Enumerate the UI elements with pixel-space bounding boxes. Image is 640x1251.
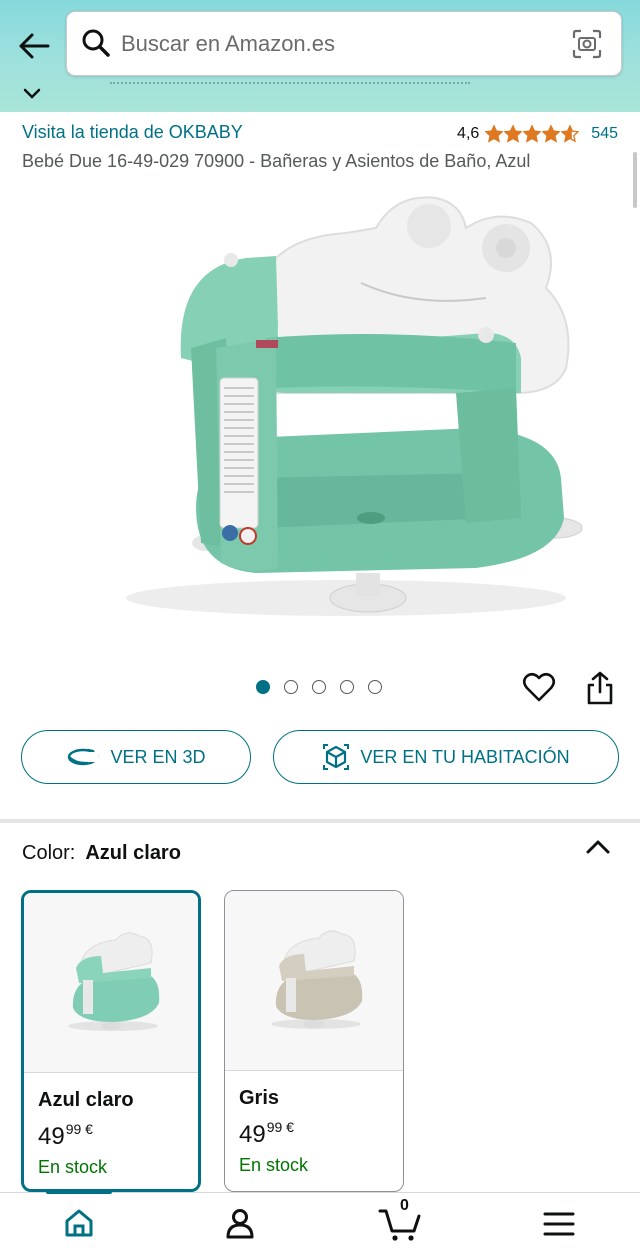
chevron-down-icon xyxy=(23,88,41,99)
search-input[interactable] xyxy=(121,22,561,66)
swatch-name: Azul claro xyxy=(38,1089,134,1111)
account-icon[interactable] xyxy=(224,1207,256,1239)
swatch-product-image xyxy=(271,929,363,1029)
swatch-thumbnail xyxy=(225,891,403,1071)
swatch-stock-status: En stock xyxy=(38,1157,108,1177)
view-in-room-label: VER EN TU HABITACIÓN xyxy=(360,746,570,767)
swatch-product-image xyxy=(68,931,160,1031)
view-3d-label: VER EN 3D xyxy=(110,746,206,767)
star-icon xyxy=(561,125,580,143)
back-button[interactable] xyxy=(14,26,54,66)
swatch-price: 4999 € xyxy=(239,1119,294,1148)
product-title: Bebé Due 16-49-029 70900 - Bañeras y Asi… xyxy=(22,151,531,171)
rating-count[interactable]: 545 xyxy=(591,125,618,143)
swatch-thumbnail xyxy=(24,893,198,1073)
carousel-dot[interactable] xyxy=(256,680,270,694)
camera-scan-icon[interactable] xyxy=(571,28,603,60)
heart-icon[interactable] xyxy=(522,670,556,704)
rating[interactable]: 4,6 545 xyxy=(457,125,618,143)
store-link[interactable]: Visita la tienda de OKBABY xyxy=(22,122,243,143)
ar-cube-icon xyxy=(323,744,350,770)
swatch-stock-status: En stock xyxy=(239,1155,309,1175)
location-strip[interactable] xyxy=(0,82,640,112)
header xyxy=(0,0,640,112)
star-icon xyxy=(485,125,504,143)
cart-count: 0 xyxy=(400,1197,409,1214)
color-option-gris[interactable]: Gris 4999 € En stock xyxy=(224,890,404,1192)
product-image[interactable] xyxy=(16,178,624,628)
carousel-dot[interactable] xyxy=(312,680,326,694)
cart-button[interactable]: 0 xyxy=(378,1197,422,1243)
view-in-room-button[interactable]: VER EN TU HABITACIÓN xyxy=(273,730,619,784)
star-icon xyxy=(504,125,523,143)
scrollbar[interactable] xyxy=(633,152,637,208)
bottom-nav: 0 xyxy=(0,1190,640,1251)
color-option-azul-claro[interactable]: Azul claro 4999 € En stock xyxy=(21,890,201,1192)
arrow-left-icon xyxy=(19,33,50,59)
star-icon xyxy=(523,125,542,143)
chevron-up-icon[interactable] xyxy=(584,836,612,858)
carousel-dots[interactable] xyxy=(256,680,382,694)
menu-icon[interactable] xyxy=(543,1211,575,1237)
view-3d-button[interactable]: VER EN 3D xyxy=(21,730,251,784)
rating-stars xyxy=(485,125,580,143)
color-label: Color: xyxy=(22,842,76,864)
rating-value: 4,6 xyxy=(457,125,480,142)
section-divider xyxy=(0,819,640,823)
star-icon xyxy=(542,125,561,143)
share-icon[interactable] xyxy=(584,670,616,706)
carousel-dot[interactable] xyxy=(284,680,298,694)
swatch-name: Gris xyxy=(239,1087,280,1109)
search-box[interactable] xyxy=(66,11,622,76)
swatch-price: 4999 € xyxy=(38,1121,93,1150)
nav-active-indicator xyxy=(46,1190,112,1194)
rotate-3d-icon xyxy=(68,748,99,766)
home-icon[interactable] xyxy=(63,1207,95,1239)
search-icon xyxy=(82,29,110,57)
location-text-clipped xyxy=(110,82,470,90)
color-selected-value: Azul claro xyxy=(85,842,181,864)
color-selector-heading: Color: Azul claro xyxy=(22,842,181,865)
carousel-dot[interactable] xyxy=(368,680,382,694)
carousel-dot[interactable] xyxy=(340,680,354,694)
